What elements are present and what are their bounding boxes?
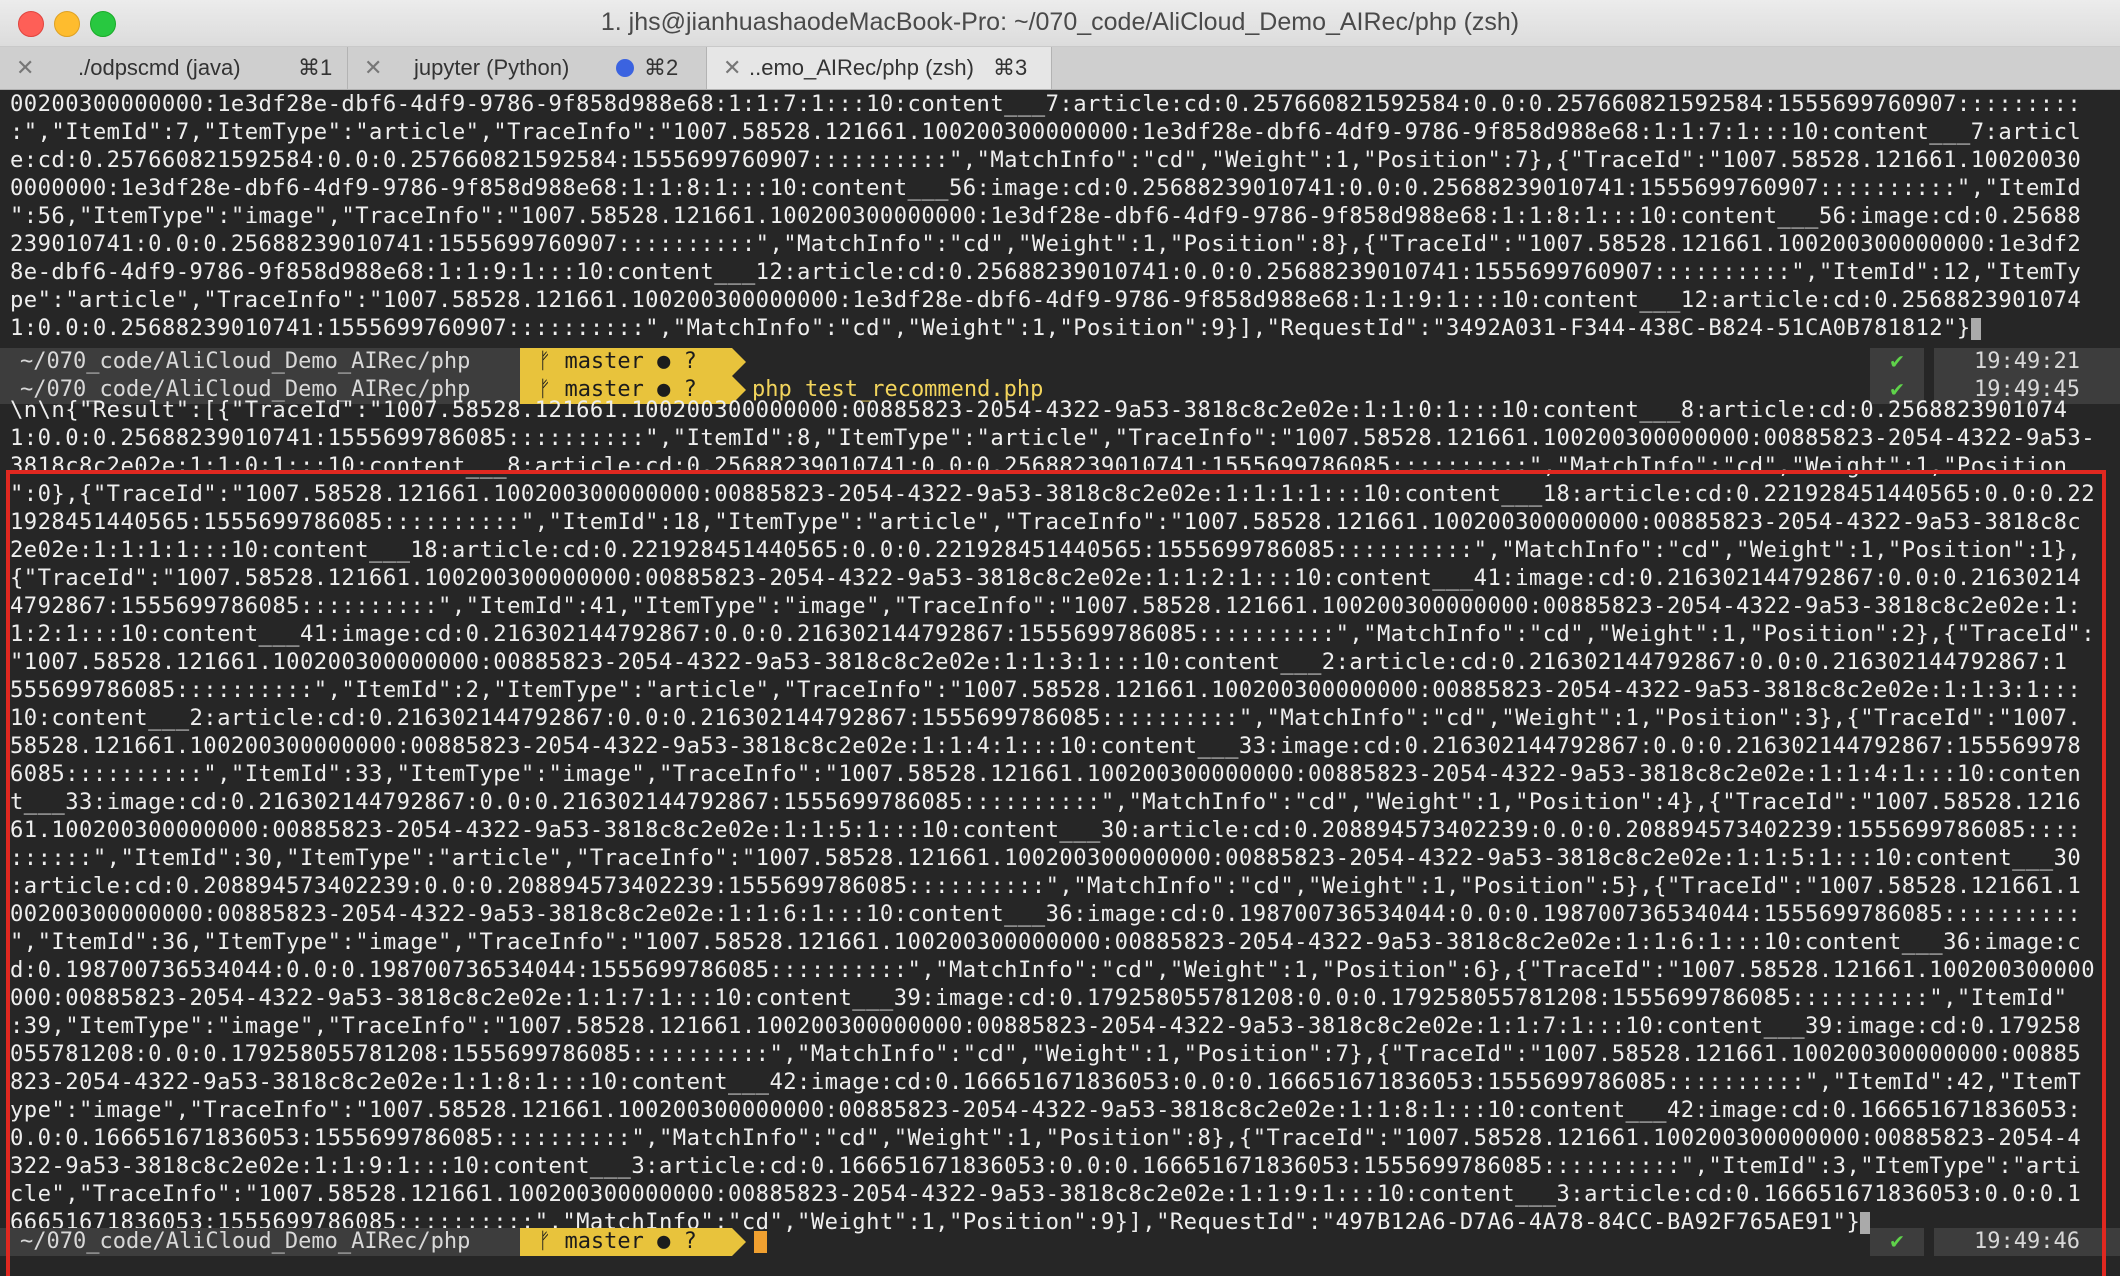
output-line: 3818c8c2e02e:1:1:0:1:::10:content___8:ar…	[10, 453, 2068, 479]
output-line: 1928451440565:1555699786085::::::::::","…	[10, 509, 2082, 535]
output-line: 239010741:0.0:0.25688239010741:155569976…	[10, 231, 2082, 257]
tab-label: jupyter (Python)	[414, 55, 570, 80]
prompt-directory: ~/070_code/AliCloud_Demo_AIRec/php	[0, 348, 534, 376]
git-status: ᚠ master ● ?	[520, 348, 746, 376]
output-line: 00200300000000:1e3df28e-dbf6-4df9-9786-9…	[10, 91, 2082, 117]
output-line: e:cd:0.257660821592584:0.0:0.25766082159…	[10, 147, 2082, 173]
prompt-timestamp: 19:49:46	[1934, 1228, 2120, 1256]
end-of-output-marker	[1970, 317, 1981, 340]
output-line: 0000000:1e3df28e-dbf6-4df9-9786-9f858d98…	[10, 175, 2082, 201]
tab-bar: ✕ ./odpscmd (java) ⌘1 ✕ jupyter (Python)…	[0, 47, 2120, 90]
window-title-bar[interactable]: 1. jhs@jianhuashaodeMacBook-Pro: ~/070_c…	[0, 0, 2120, 47]
output-line: ":56,"ItemType":"image","TraceInfo":"100…	[10, 203, 2082, 229]
tab-zsh-active[interactable]: ✕ ..emo_AIRec/php (zsh) ⌘3	[707, 47, 1052, 89]
prompt-line-1: ~/070_code/AliCloud_Demo_AIRec/php ᚠ mas…	[0, 348, 2120, 376]
output-line: ":0},{"TraceId":"1007.58528.121661.10020…	[10, 481, 2096, 507]
window-title: 1. jhs@jianhuashaodeMacBook-Pro: ~/070_c…	[600, 8, 1520, 36]
success-check-icon: ✔	[1870, 1228, 1924, 1256]
output-line: cle","TraceInfo":"1007.58528.121661.1002…	[10, 1181, 2082, 1207]
output-line: d:0.198700736534044:0.0:0.19870073653404…	[10, 957, 2096, 983]
activity-dot-icon	[616, 59, 634, 77]
tab-label: ./odpscmd (java)	[78, 55, 241, 80]
success-check-icon: ✔	[1870, 348, 1924, 376]
output-line: 61.100200300000000:00885823-2054-4322-9a…	[10, 817, 2082, 843]
output-line: 322-9a53-3818c8c2e02e:1:1:9:1:::10:conte…	[10, 1153, 2082, 1179]
prompt-timestamp: 19:49:21	[1934, 348, 2120, 376]
git-status: ᚠ master ● ?	[520, 1228, 746, 1256]
output-line: :article:cd:0.208894573402239:0.0:0.2088…	[10, 873, 2082, 899]
output-line: t___33:image:cd:0.216302144792867:0.0:0.…	[10, 789, 2082, 815]
tab-close-icon[interactable]: ✕	[723, 55, 741, 81]
output-line: \n\n{"Result":[{"TraceId":"1007.58528.12…	[10, 397, 2068, 423]
tab-close-icon[interactable]: ✕	[364, 55, 382, 81]
output-line: 823-2054-4322-9a53-3818c8c2e02e:1:1:8:1:…	[10, 1069, 2082, 1095]
output-line: 00200300000000:00885823-2054-4322-9a53-3…	[10, 901, 2082, 927]
output-line: 8e-dbf6-4df9-9786-9f858d988e68:1:1:9:1::…	[10, 259, 2082, 285]
output-line: ype":"image","TraceInfo":"1007.58528.121…	[10, 1097, 2082, 1123]
tab-jupyter[interactable]: ✕ jupyter (Python) ⌘2	[348, 47, 707, 89]
tab-shortcut: ⌘1	[298, 55, 333, 80]
output-line: pe":"article","TraceInfo":"1007.58528.12…	[10, 287, 2082, 313]
text-cursor[interactable]	[754, 1231, 767, 1253]
tab-label: ..emo_AIRec/php (zsh)	[749, 55, 974, 80]
output-line: :","ItemId":7,"ItemType":"article","Trac…	[10, 119, 2082, 145]
output-line: {"TraceId":"1007.58528.121661.1002003000…	[10, 565, 2082, 591]
output-line: 4792867:1555699786085::::::::::","ItemId…	[10, 593, 2082, 619]
output-line: 2e02e:1:1:1:1:::10:content___18:article:…	[10, 537, 2082, 563]
terminal-output[interactable]: 00200300000000:1e3df28e-dbf6-4df9-9786-9…	[0, 90, 2120, 1276]
output-line: 58528.121661.100200300000000:00885823-20…	[10, 733, 2082, 759]
output-line: 6085::::::::::","ItemId":33,"ItemType":"…	[10, 761, 2082, 787]
output-line: 555699786085::::::::::","ItemId":2,"Item…	[10, 677, 2082, 703]
output-line: 10:content___2:article:cd:0.216302144792…	[10, 705, 2082, 731]
prompt-line-3: ~/070_code/AliCloud_Demo_AIRec/php ᚠ mas…	[0, 1228, 2120, 1256]
output-line: 1:0.0:0.25688239010741:1555699760907::::…	[10, 314, 2110, 342]
tab-close-icon[interactable]: ✕	[16, 55, 34, 81]
output-line: ","ItemId":36,"ItemType":"image","TraceI…	[10, 929, 2082, 955]
tab-odpscmd[interactable]: ✕ ./odpscmd (java) ⌘1	[0, 47, 348, 89]
output-line: :39,"ItemType":"image","TraceInfo":"1007…	[10, 1013, 2082, 1039]
output-line: 1:2:1:::10:content___41:image:cd:0.21630…	[10, 621, 2096, 647]
output-line: 000:00885823-2054-4322-9a53-3818c8c2e02e…	[10, 985, 2068, 1011]
tab-shortcut: ⌘2	[644, 55, 679, 80]
output-line: ::::::","ItemId":30,"ItemType":"article"…	[10, 845, 2082, 871]
output-line: 1:0.0:0.25688239010741:1555699786085::::…	[10, 425, 2096, 451]
output-line: 0.0:0.166651671836053:1555699786085:::::…	[10, 1125, 2082, 1151]
output-line: "1007.58528.121661.100200300000000:00885…	[10, 649, 2068, 675]
prompt-directory: ~/070_code/AliCloud_Demo_AIRec/php	[0, 1228, 534, 1256]
output-line: 055781208:0.0:0.179258055781208:15556997…	[10, 1041, 2082, 1067]
tab-shortcut: ⌘3	[993, 55, 1028, 80]
